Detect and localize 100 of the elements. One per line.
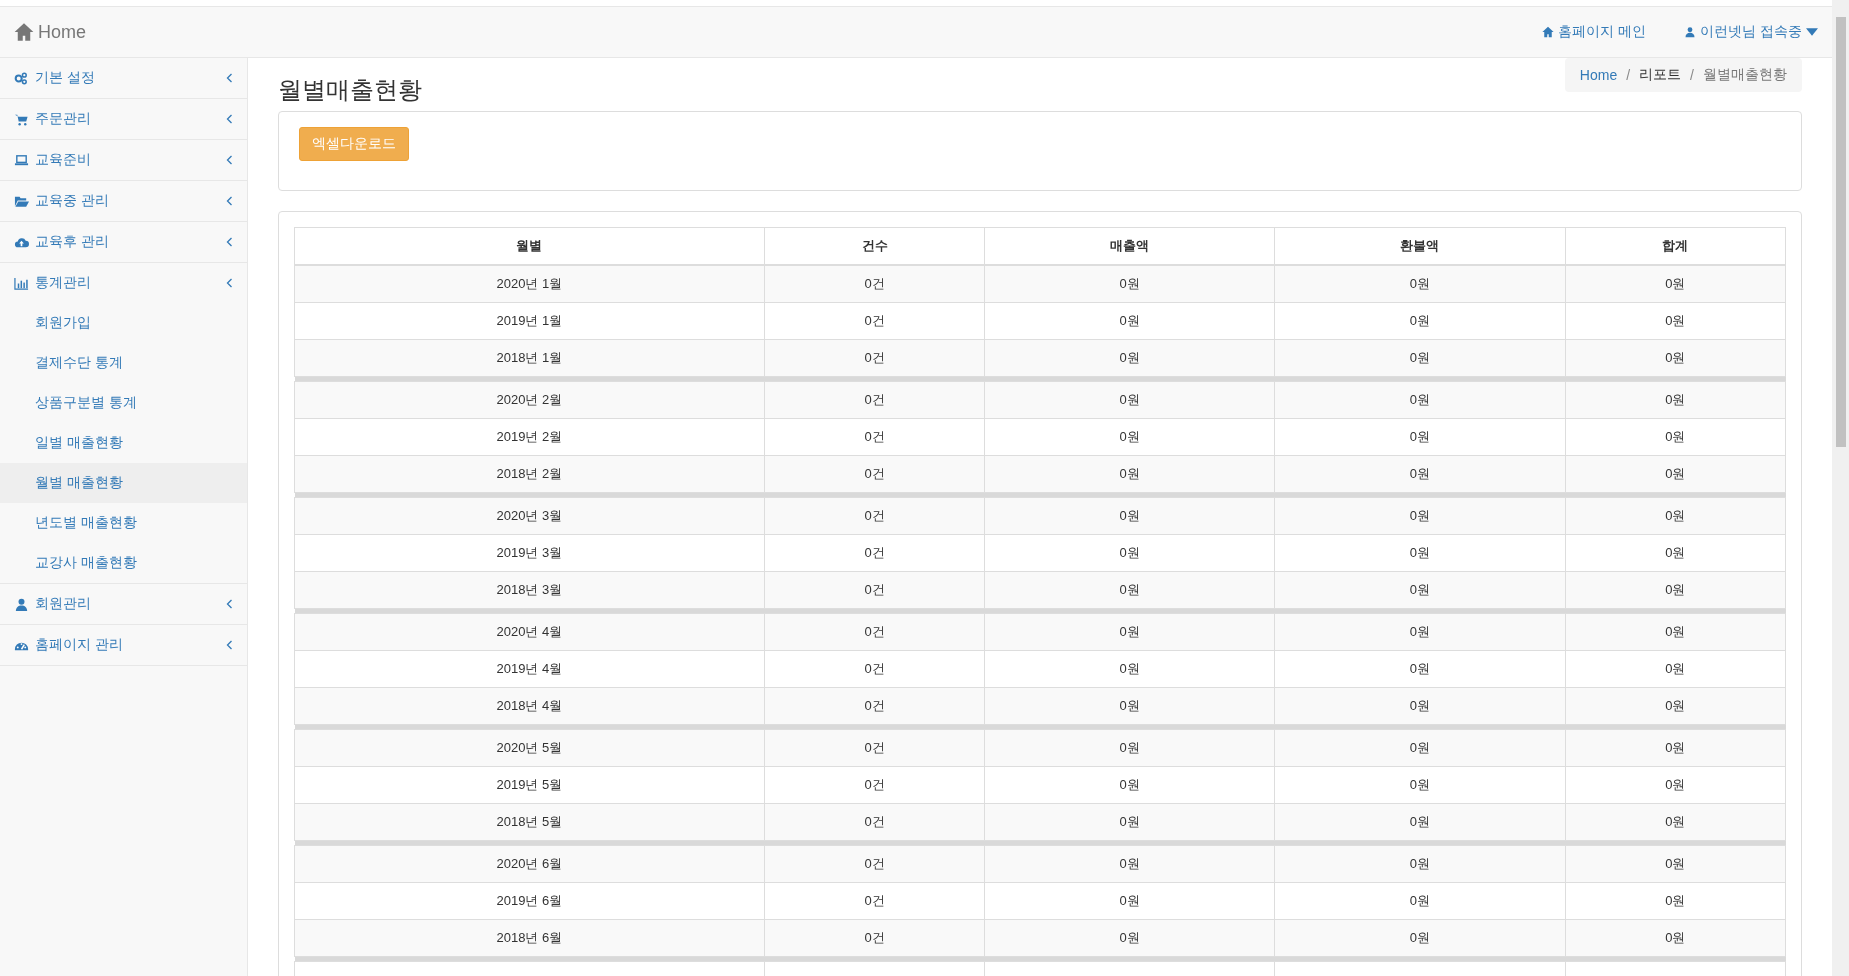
table-cell: 0원 xyxy=(1274,534,1566,572)
table-cell: 0원 xyxy=(1565,803,1786,841)
table-cell: 0건 xyxy=(764,882,985,920)
breadcrumb-item: 월별매출현황 xyxy=(1703,66,1787,84)
table-cell: 0원 xyxy=(1274,455,1566,493)
table-cell: 0원 xyxy=(1565,919,1786,957)
table-cell: 0원 xyxy=(984,882,1275,920)
breadcrumb-separator: / xyxy=(1690,67,1694,83)
table-cell: 0건 xyxy=(764,534,985,572)
table-cell: 0건 xyxy=(764,381,985,419)
breadcrumb-item[interactable]: Home xyxy=(1579,67,1618,83)
table-cell: 0원 xyxy=(1274,803,1566,841)
table-cell: 0건 xyxy=(764,418,985,456)
sidebar-item[interactable]: 기본 설정 xyxy=(0,58,247,99)
table-cell: 0원 xyxy=(1274,729,1566,767)
bar-chart-icon xyxy=(14,275,29,291)
table-cell: 0원 xyxy=(984,571,1275,609)
home-brand-link[interactable]: Home xyxy=(14,21,86,43)
sidebar-subitem[interactable]: 일별 매출현황 xyxy=(0,423,247,463)
table-cell: 0건 xyxy=(764,613,985,651)
breadcrumb-item: 리포트 xyxy=(1639,66,1682,84)
table-cell: 0원 xyxy=(984,766,1275,804)
table-cell: 0원 xyxy=(1565,534,1786,572)
table-cell: 0건 xyxy=(764,687,985,725)
homepage-link[interactable]: 홈페이지 메인 xyxy=(1542,23,1647,41)
table-cell: 0원 xyxy=(1565,650,1786,688)
table-cell: 0원 xyxy=(1274,571,1566,609)
table-cell: 0원 xyxy=(1565,265,1786,303)
table-cell: 0원 xyxy=(984,418,1275,456)
user-menu-link[interactable]: 이런넷님 접속중 xyxy=(1684,23,1818,41)
table-cell: 0원 xyxy=(1274,265,1566,303)
table-cell: 2019년 1월 xyxy=(294,302,765,340)
sidebar-subitem[interactable]: 교강사 매출현황 xyxy=(0,543,247,583)
table-cell: 0건 xyxy=(764,803,985,841)
table-cell: 2018년 2월 xyxy=(294,455,765,493)
sidebar-item[interactable]: 주문관리 xyxy=(0,99,247,140)
table-cell: 0원 xyxy=(1274,845,1566,883)
table-cell: 2020년 6월 xyxy=(294,845,765,883)
chevron-icon xyxy=(226,73,233,83)
chevron-icon xyxy=(226,640,233,650)
house-icon xyxy=(14,22,34,42)
table-cell: 0건 xyxy=(764,919,985,957)
user-icon xyxy=(1684,26,1697,38)
table-cell: 0건 xyxy=(764,845,985,883)
table-cell: 2018년 5월 xyxy=(294,803,765,841)
sidebar-item[interactable]: 홈페이지 관리 xyxy=(0,625,247,666)
table-cell: 0원 xyxy=(1565,455,1786,493)
table-cell: 2020년 5월 xyxy=(294,729,765,767)
laptop-icon xyxy=(14,152,29,168)
sidebar-item[interactable]: 통계관리 xyxy=(0,263,247,303)
sidebar-item[interactable]: 교육중 관리 xyxy=(0,181,247,222)
table-cell: 0원 xyxy=(984,381,1275,419)
table-cell: 0건 xyxy=(764,339,985,377)
chevron-icon xyxy=(226,599,233,609)
sidebar-subitem[interactable]: 결제수단 통계 xyxy=(0,343,247,383)
table-cell: 2019년 2월 xyxy=(294,418,765,456)
table-cell: 0원 xyxy=(1565,302,1786,340)
table-cell: 0건 xyxy=(764,766,985,804)
table-cell: 0원 xyxy=(1274,497,1566,535)
table-cell: 2018년 6월 xyxy=(294,919,765,957)
table-cell: 0원 xyxy=(984,613,1275,651)
sidebar-item[interactable]: 교육후 관리 xyxy=(0,222,247,263)
table-cell: 0원 xyxy=(984,729,1275,767)
sidebar-item[interactable]: 회원관리 xyxy=(0,584,247,625)
sidebar-subitem[interactable]: 년도별 매출현황 xyxy=(0,503,247,543)
table-cell: 0원 xyxy=(1565,571,1786,609)
table-cell: 2020년 3월 xyxy=(294,497,765,535)
table-cell: 2018년 4월 xyxy=(294,687,765,725)
table-cell: 0원 xyxy=(984,687,1275,725)
table-cell: 2019년 4월 xyxy=(294,650,765,688)
table-cell: 0원 xyxy=(984,534,1275,572)
table-cell: 2020년 1월 xyxy=(294,265,765,303)
sidebar-item[interactable]: 교육준비 xyxy=(0,140,247,181)
chevron-icon xyxy=(226,155,233,165)
table-cell: 0원 xyxy=(984,650,1275,688)
table-cell: 0원 xyxy=(1274,687,1566,725)
table-cell: 0원 xyxy=(1565,729,1786,767)
table-cell: 0원 xyxy=(1565,418,1786,456)
table-cell: 0원 xyxy=(1565,381,1786,419)
chevron-icon xyxy=(226,196,233,206)
table-cell: 0건 xyxy=(764,650,985,688)
table-cell: 0원 xyxy=(1274,302,1566,340)
table-cell: 2019년 5월 xyxy=(294,766,765,804)
sidebar-subitem[interactable]: 회원가입 xyxy=(0,303,247,343)
sidebar-subitem[interactable]: 월별 매출현황 xyxy=(0,463,247,503)
table-cell: 0건 xyxy=(764,729,985,767)
sidebar-subitem[interactable]: 상품구분별 통계 xyxy=(0,383,247,423)
table-cell: 0원 xyxy=(1274,882,1566,920)
table-cell: 0건 xyxy=(764,302,985,340)
table-cell: 0원 xyxy=(1274,339,1566,377)
table-cell: 0원 xyxy=(1565,687,1786,725)
table-cell: 0원 xyxy=(1565,845,1786,883)
table-cell: 0원 xyxy=(1274,418,1566,456)
table-cell: 0원 xyxy=(1565,882,1786,920)
scrollbar[interactable] xyxy=(1832,0,1849,976)
table-cell: 0원 xyxy=(984,302,1275,340)
table-cell: 0건 xyxy=(764,571,985,609)
table-cell: 0원 xyxy=(1274,613,1566,651)
breadcrumb-separator: / xyxy=(1626,67,1631,83)
table-cell: 0원 xyxy=(1274,766,1566,804)
